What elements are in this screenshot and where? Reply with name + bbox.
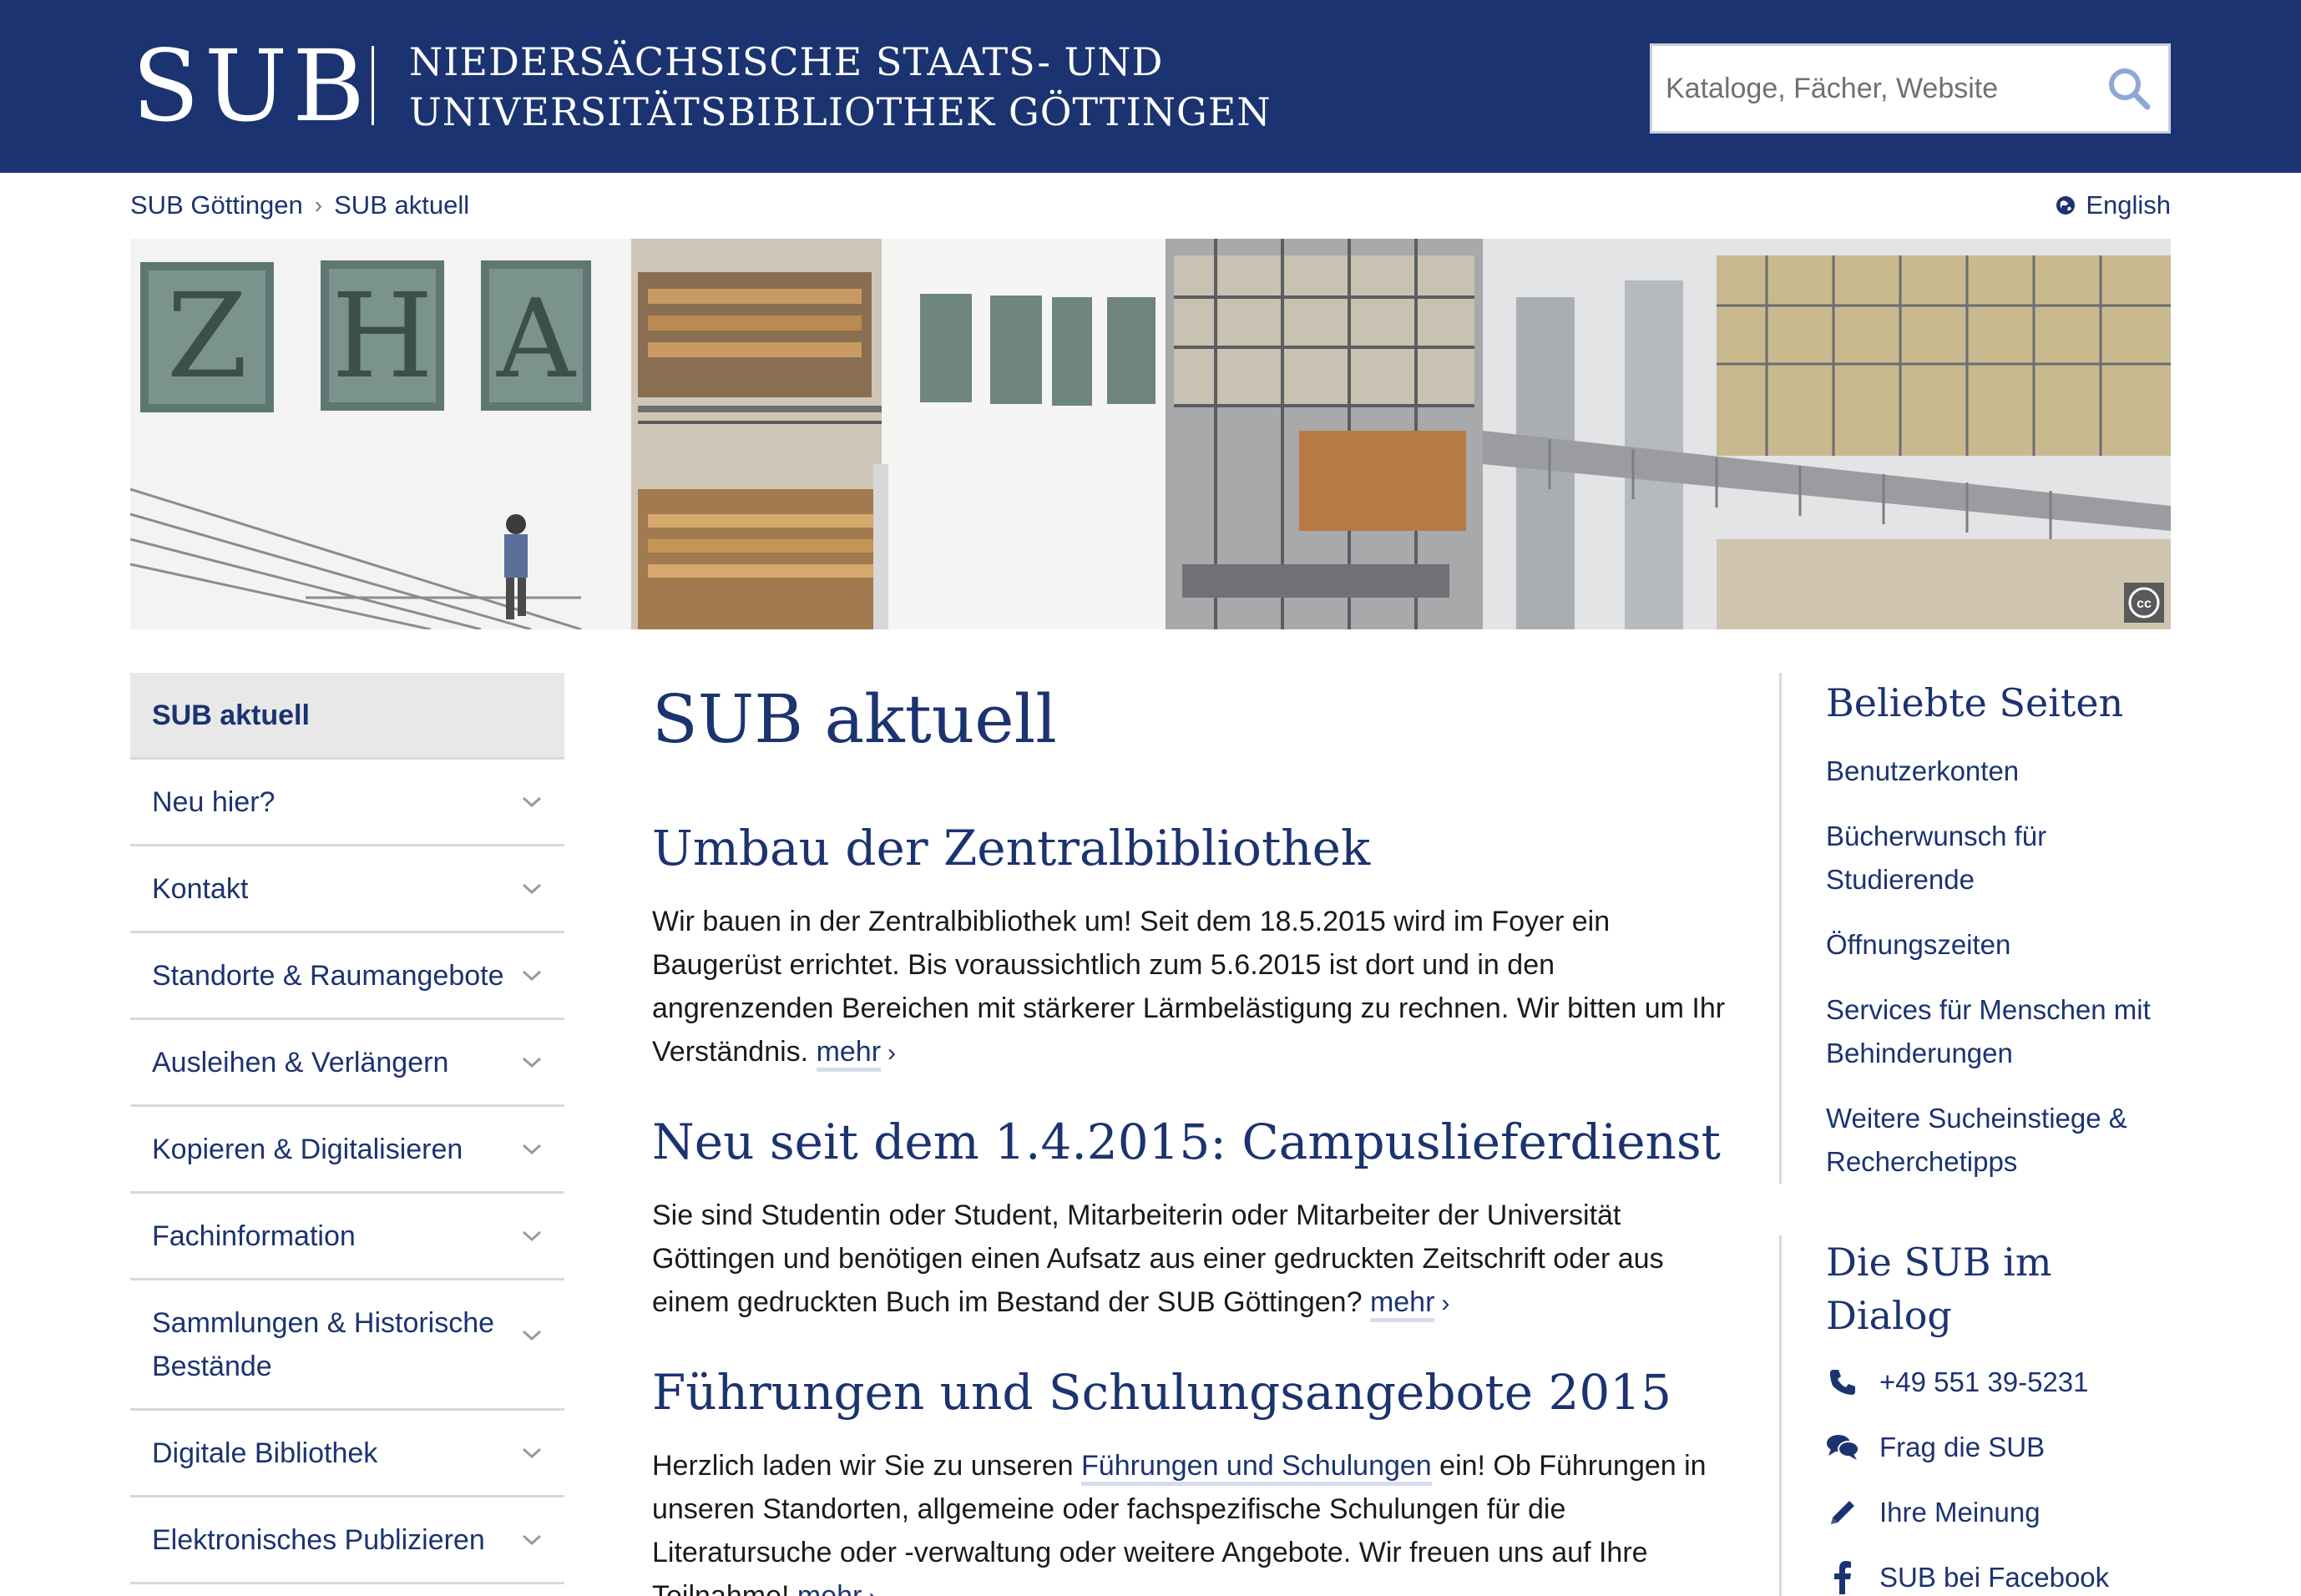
chevron-down-icon[interactable] bbox=[521, 794, 543, 811]
cc-license-icon[interactable]: cc bbox=[2124, 583, 2164, 623]
popular-link[interactable]: Bücherwunsch für Studierende bbox=[1826, 815, 2172, 902]
popular-link[interactable]: Services für Menschen mit Behinderungen bbox=[1826, 988, 2172, 1075]
globe-icon bbox=[2056, 196, 2076, 215]
chevron-down-icon[interactable] bbox=[521, 1445, 543, 1462]
feedback[interactable]: Ihre Meinung bbox=[1826, 1491, 2172, 1534]
chevron-down-icon[interactable] bbox=[521, 1532, 543, 1548]
nav-item-label: Kontakt bbox=[152, 872, 249, 905]
search-button[interactable] bbox=[2105, 64, 2153, 113]
dialog-panel: Die SUB im Dialog +49 551 39-5231 Frag d… bbox=[1779, 1235, 2172, 1596]
nav-item-label: Fachinformation bbox=[152, 1220, 356, 1252]
nav-item-fachinformation[interactable]: Fachinformation bbox=[130, 1194, 564, 1280]
nav-item-ausleihen[interactable]: Ausleihen & Verlängern bbox=[130, 1020, 564, 1107]
site-header: SUB NIEDERSÄCHSISCHE STAATS- UND UNIVERS… bbox=[0, 0, 2301, 173]
article-text: Sie sind Studentin oder Student, Mitarbe… bbox=[652, 1194, 1737, 1326]
search-icon bbox=[2109, 68, 2151, 110]
section-navigation: SUB aktuell Neu hier? Kontakt Standorte … bbox=[130, 673, 564, 1584]
dialog-heading: Die SUB im Dialog bbox=[1826, 1240, 2052, 1338]
svg-text:Z: Z bbox=[166, 269, 247, 405]
chat-icon bbox=[1826, 1431, 1859, 1464]
chevron-down-icon[interactable] bbox=[521, 1327, 543, 1344]
breadcrumb-item-current[interactable]: SUB aktuell bbox=[334, 190, 469, 220]
nav-item-label: SUB aktuell bbox=[152, 699, 310, 731]
article-title[interactable]: Umbau der Zentralbibliothek bbox=[652, 815, 1737, 881]
page-title: SUB aktuell bbox=[652, 680, 1057, 758]
facebook-link[interactable]: SUB bei Facebook bbox=[1826, 1556, 2172, 1596]
chevron-right-icon: › bbox=[1441, 1290, 1450, 1317]
nav-item-label: Neu hier? bbox=[152, 785, 276, 818]
pencil-icon bbox=[1826, 1496, 1859, 1529]
main-content: SUB aktuell Umbau der Zentralbibliothek … bbox=[652, 668, 1737, 1596]
nav-item-sub-aktuell[interactable]: SUB aktuell bbox=[130, 673, 564, 760]
facebook-label: SUB bei Facebook bbox=[1879, 1562, 2110, 1593]
article-body-start: Herzlich laden wir Sie zu unseren bbox=[652, 1450, 1074, 1482]
phone-number: +49 551 39-5231 bbox=[1879, 1366, 2089, 1397]
ask-sub-label: Frag die SUB bbox=[1879, 1432, 2046, 1462]
library-name-line2: UNIVERSITÄTSBIBLIOTHEK GÖTTINGEN bbox=[409, 89, 1272, 134]
svg-text:H: H bbox=[331, 269, 433, 405]
chevron-down-icon[interactable] bbox=[521, 881, 543, 897]
article-title[interactable]: Führungen und Schulungsangebote 2015 bbox=[652, 1359, 1737, 1426]
nav-item-sammlungen[interactable]: Sammlungen & Historische Bestände bbox=[130, 1280, 564, 1411]
facebook-icon bbox=[1826, 1561, 1859, 1594]
chevron-down-icon[interactable] bbox=[521, 1228, 543, 1245]
phone-contact[interactable]: +49 551 39-5231 bbox=[1826, 1361, 2172, 1404]
ask-sub[interactable]: Frag die SUB bbox=[1826, 1426, 2172, 1469]
breadcrumb-item-home[interactable]: SUB Göttingen bbox=[130, 190, 303, 220]
right-sidebar: Beliebte Seiten Benutzerkonten Bücherwun… bbox=[1779, 673, 2172, 1184]
feedback-label: Ihre Meinung bbox=[1879, 1497, 2041, 1528]
nav-item-label: Sammlungen & Historische Bestände bbox=[152, 1306, 495, 1382]
language-label: English bbox=[2086, 190, 2171, 220]
popular-link[interactable]: Benutzerkonten bbox=[1826, 750, 2172, 793]
library-photo: Z H A bbox=[130, 239, 2171, 629]
article-body: Wir bauen in der Zentralbibliothek um! S… bbox=[652, 906, 1726, 1068]
nav-item-label: Standorte & Raumangebote bbox=[152, 959, 504, 992]
popular-link[interactable]: Öffnungszeiten bbox=[1826, 923, 2172, 967]
logo-divider bbox=[372, 46, 374, 125]
breadcrumb: SUB Göttingen › SUB aktuell bbox=[130, 190, 469, 220]
chevron-down-icon[interactable] bbox=[521, 1141, 543, 1158]
library-name-line1: NIEDERSÄCHSISCHE STAATS- UND bbox=[409, 39, 1164, 84]
nav-item-label: Digitale Bibliothek bbox=[152, 1437, 378, 1469]
tours-link[interactable]: Führungen und Schulungen bbox=[1081, 1450, 1432, 1486]
popular-link[interactable]: Weitere Sucheinstiege & Recherchetipps bbox=[1826, 1097, 2172, 1184]
popular-pages-heading: Beliebte Seiten bbox=[1826, 680, 2124, 725]
search-box bbox=[1650, 43, 2171, 134]
nav-item-digitale-bibliothek[interactable]: Digitale Bibliothek bbox=[130, 1411, 564, 1498]
phone-icon bbox=[1826, 1366, 1859, 1399]
more-link[interactable]: mehr bbox=[796, 1580, 862, 1596]
chevron-right-icon: › bbox=[868, 1576, 877, 1596]
article-text: Wir bauen in der Zentralbibliothek um! S… bbox=[652, 900, 1737, 1075]
chevron-right-icon: › bbox=[888, 1039, 897, 1067]
hero-image: Z H A cc bbox=[130, 239, 2171, 629]
sub-logo[interactable]: SUB bbox=[132, 37, 370, 135]
chevron-down-icon[interactable] bbox=[521, 967, 543, 984]
nav-item-label: Elektronisches Publizieren bbox=[152, 1523, 485, 1556]
breadcrumb-separator: › bbox=[314, 192, 323, 218]
logo-mark: SUB bbox=[132, 28, 370, 144]
search-input[interactable] bbox=[1652, 46, 2103, 131]
more-link[interactable]: mehr bbox=[1369, 1286, 1435, 1322]
library-name[interactable]: NIEDERSÄCHSISCHE STAATS- UND UNIVERSITÄT… bbox=[409, 37, 1272, 137]
nav-item-label: Ausleihen & Verlängern bbox=[152, 1046, 449, 1078]
article-text: Herzlich laden wir Sie zu unseren Führun… bbox=[652, 1444, 1737, 1596]
language-switch[interactable]: English bbox=[2056, 190, 2171, 220]
article-title[interactable]: Neu seit dem 1.4.2015: Campuslieferdiens… bbox=[652, 1109, 1737, 1175]
nav-item-neu-hier[interactable]: Neu hier? bbox=[130, 760, 564, 846]
nav-item-kontakt[interactable]: Kontakt bbox=[130, 846, 564, 933]
svg-text:A: A bbox=[496, 275, 577, 402]
nav-item-kopieren[interactable]: Kopieren & Digitalisieren bbox=[130, 1107, 564, 1194]
more-link[interactable]: mehr bbox=[816, 1036, 882, 1072]
cc-label: cc bbox=[2137, 597, 2152, 611]
nav-item-standorte[interactable]: Standorte & Raumangebote bbox=[130, 933, 564, 1020]
article-body: Sie sind Studentin oder Student, Mitarbe… bbox=[652, 1200, 1664, 1318]
nav-item-label: Kopieren & Digitalisieren bbox=[152, 1133, 463, 1165]
chevron-down-icon[interactable] bbox=[521, 1054, 543, 1071]
nav-item-elektronisches-publizieren[interactable]: Elektronisches Publizieren bbox=[130, 1498, 564, 1584]
